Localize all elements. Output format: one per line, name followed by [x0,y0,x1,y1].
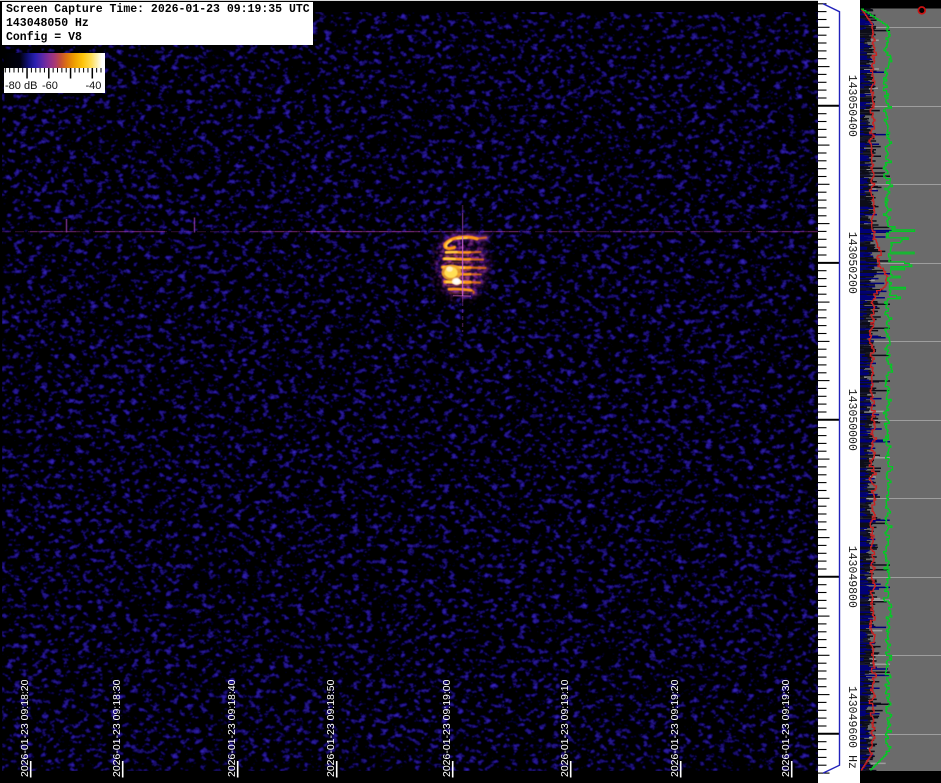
svg-text:2026-01-23 09:19:20: 2026-01-23 09:19:20 [669,679,681,777]
svg-text:143050400: 143050400 [845,75,858,137]
svg-text:143050200: 143050200 [845,232,858,294]
svg-text:2026-01-23 09:18:30: 2026-01-23 09:18:30 [111,679,123,777]
svg-text:2026-01-23 09:19:10: 2026-01-23 09:19:10 [559,679,571,777]
svg-text:143049800: 143049800 [845,546,858,608]
svg-text:2026-01-23 09:18:50: 2026-01-23 09:18:50 [325,679,337,777]
svg-text:143050000: 143050000 [845,389,858,451]
svg-text:2026-01-23 09:18:20: 2026-01-23 09:18:20 [19,679,31,777]
svg-text:2026-01-23 09:18:40: 2026-01-23 09:18:40 [226,679,238,777]
svg-text:2026-01-23 09:19:00: 2026-01-23 09:19:00 [441,679,453,777]
svg-text:143049600: 143049600 [845,686,858,748]
svg-text:2026-01-23 09:19:30: 2026-01-23 09:19:30 [780,679,792,777]
svg-text:Hz: Hz [845,755,858,769]
